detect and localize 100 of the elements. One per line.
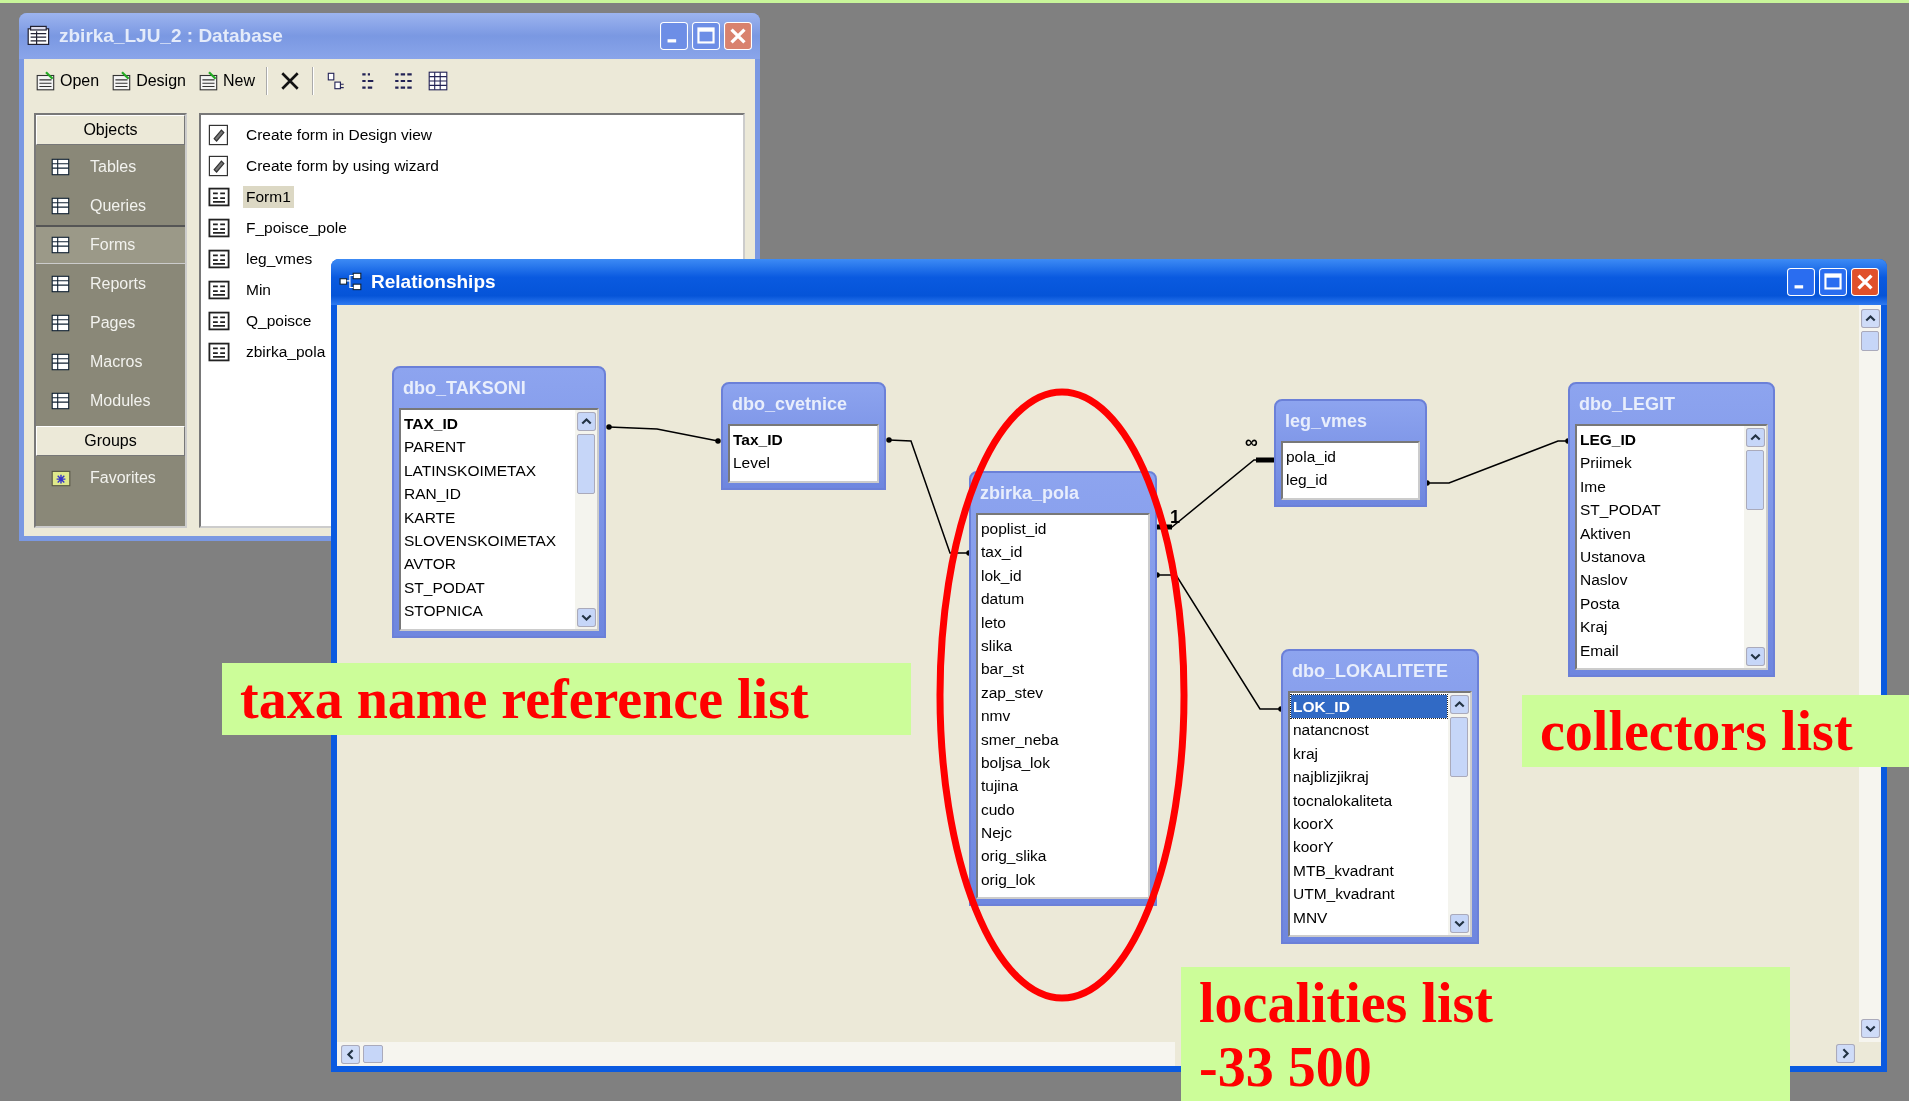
field-name[interactable]: cudo [979,797,1147,822]
field-name[interactable]: STOPNICA [402,599,574,623]
objects-header[interactable]: Objects [36,115,185,145]
groups-header[interactable]: Groups [36,426,185,456]
field-name[interactable]: Ustanova [1578,544,1743,569]
field-name[interactable]: zap_stev [979,680,1147,705]
field-name[interactable]: datum [979,587,1147,611]
field-name[interactable]: SLOVENSKOIMETAX [402,528,574,553]
table-card[interactable]: dbo_cvetnice Tax_ID Level [721,382,886,490]
scroll-right-button[interactable] [1836,1044,1855,1063]
maximize-button[interactable] [1819,268,1847,296]
field-name[interactable]: natancnost [1291,718,1447,742]
field-name[interactable]: KARTE [402,505,574,529]
scroll-up-button[interactable] [1449,695,1469,714]
table-card[interactable]: zbirka_pola poplist_id tax_id lok_id datum leto slika bar_st zap_stev nmv smer_neba boljsa_lok tujina cudo Nejc orig_slika orig_lok [969,471,1157,907]
scroll-down-button[interactable] [1449,913,1469,933]
scroll-down-button[interactable] [1745,646,1765,666]
grid-icon [50,195,72,216]
field-name[interactable]: ST_PODAT [402,575,574,600]
object-item[interactable]: Min [207,274,274,305]
scroll-left-button[interactable] [341,1044,360,1064]
scrollbar-thumb[interactable] [1861,331,1879,351]
table-card[interactable]: dbo_LEGIT LEG_ID Priimek Ime ST_PODAT Aktiven Ustanova Naslov Posta Kraj Email [1568,382,1775,677]
field-name[interactable]: slika [979,633,1147,658]
field-name[interactable]: tujina [979,774,1147,798]
annotation-text: taxa name reference list [240,667,810,731]
scrollbar-thumb[interactable] [1746,450,1764,510]
field-name[interactable]: koorY [1291,835,1447,859]
details-view-icon[interactable] [426,70,449,92]
table-card[interactable]: leg_vmes pola_id leg_id [1274,399,1427,507]
field-list[interactable]: LOK_ID natancnost kraj najblizjikraj tocnalokaliteta koorX koorY MTB_kvadrant UTM_kvadrant MNV [1288,691,1472,937]
field-name[interactable]: Priimek [1578,451,1743,475]
toolbar-button[interactable]: Open [32,68,103,94]
field-name[interactable]: Ime [1578,474,1743,499]
scroll-down-button[interactable] [576,607,596,627]
object-item[interactable]: zbirka_pola [207,336,329,367]
scrollbar-thumb[interactable] [577,434,595,494]
field-name[interactable]: smer_neba [979,727,1147,751]
field-name[interactable]: MNV [1291,905,1447,929]
field-name[interactable]: Naslov [1578,568,1743,592]
list-view-icon[interactable] [392,70,415,92]
field-name[interactable]: UTM_kvadrant [1291,882,1447,906]
minimize-button[interactable] [1787,268,1815,296]
field-name[interactable]: kraj [1291,741,1447,766]
field-list[interactable]: Tax_ID Level [728,424,879,483]
field-name[interactable]: boljsa_lok [979,750,1147,775]
field-name[interactable]: LATINSKOIMETAX [402,458,574,483]
field-name[interactable]: najblizjikraj [1291,765,1447,789]
field-name[interactable]: pola_id [1284,445,1417,469]
field-name[interactable]: Level [731,451,876,475]
field-name[interactable]: lok_id [979,563,1147,588]
field-name[interactable]: PARENT [402,435,574,459]
field-list[interactable]: pola_id leg_id [1281,441,1420,500]
toolbar-button[interactable]: Design [108,68,189,94]
object-item[interactable]: Form1 [207,181,294,212]
field-name[interactable]: Aktiven [1578,521,1743,545]
field-name[interactable]: TAX_ID [402,412,574,436]
scroll-up-button[interactable] [576,412,596,431]
field-name[interactable]: LEG_ID [1578,428,1743,452]
field-list[interactable]: poplist_id tax_id lok_id datum leto slika bar_st zap_stev nmv smer_neba boljsa_lok tujina cudo Nejc orig_slika orig_lok [976,513,1150,900]
field-name[interactable]: Posta [1578,591,1743,616]
table-card[interactable]: dbo_TAKSONI TAX_ID PARENT LATINSKOIMETAX RAN_ID KARTE SLOVENSKOIMETAX AVTOR ST_PODAT STOPNICA [392,366,606,638]
field-name[interactable]: bar_st [979,657,1147,681]
field-name[interactable]: Kraj [1578,615,1743,639]
scrollbar-thumb[interactable] [1450,717,1468,777]
field-name[interactable]: tax_id [979,540,1147,564]
field-name[interactable]: tocnalokaliteta [1291,788,1447,812]
object-item[interactable]: Q_poisce [207,305,315,336]
field-name[interactable]: poplist_id [979,517,1147,541]
scroll-down-button[interactable] [1860,1019,1880,1038]
relationships-icon [339,271,363,293]
scroll-up-button[interactable] [1745,428,1765,447]
grid-icon [50,390,72,411]
field-name[interactable]: Nejc [979,821,1147,845]
scroll-up-button[interactable] [1860,309,1880,328]
scrollbar-thumb[interactable] [363,1045,383,1063]
object-item[interactable]: Create form by using wizard [207,150,442,181]
field-name[interactable]: orig_slika [979,844,1147,868]
field-list[interactable]: TAX_ID PARENT LATINSKOIMETAX RAN_ID KARTE SLOVENSKOIMETAX AVTOR ST_PODAT STOPNICA [399,408,599,631]
field-list[interactable]: LEG_ID Priimek Ime ST_PODAT Aktiven Ustanova Naslov Posta Kraj Email [1575,424,1768,670]
field-name[interactable]: RAN_ID [402,482,574,506]
close-button[interactable] [1851,268,1879,296]
field-name[interactable]: ST_PODAT [1578,498,1743,522]
field-name[interactable]: leg_id [1284,468,1417,492]
field-name[interactable]: koorX [1291,811,1447,836]
window-title: Relationships [371,271,497,293]
field-name[interactable]: leto [979,610,1147,634]
field-name[interactable]: Tax_ID [731,428,876,452]
field-name[interactable]: orig_lok [979,867,1147,892]
toolbar-button[interactable]: New [194,68,258,94]
field-name[interactable]: Email [1578,638,1743,662]
grid-icon [50,156,72,177]
field-name[interactable]: MTB_kvadrant [1291,858,1447,883]
field-name[interactable]: LOK_ID [1291,695,1447,719]
object-item[interactable]: F_poisce_pole [207,212,350,243]
field-name[interactable]: AVTOR [402,552,574,576]
field-name[interactable]: nmv [979,704,1147,728]
object-item[interactable]: Create form in Design view [207,119,436,150]
object-item[interactable]: leg_vmes [207,243,316,274]
table-card[interactable]: dbo_LOKALITETE LOK_ID natancnost kraj najblizjikraj tocnalokaliteta koorX koorY MTB_kvadrant UTM_kvadrant MNV [1281,649,1479,944]
